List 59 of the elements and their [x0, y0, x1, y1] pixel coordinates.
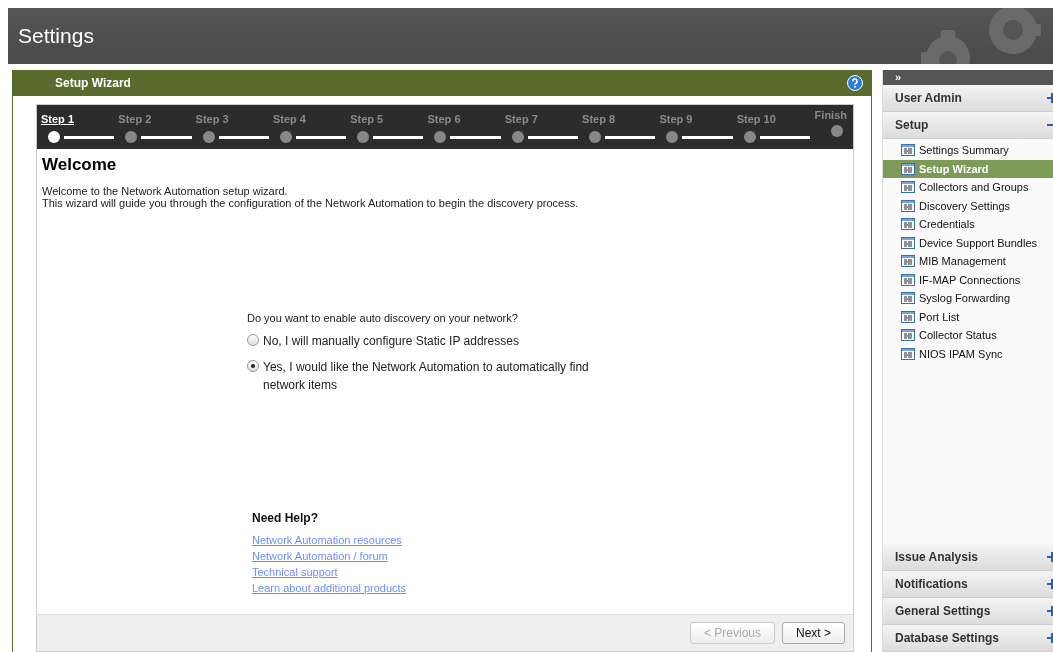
question-text: Do you want to enable auto discovery on your network?	[247, 312, 519, 324]
nav-item[interactable]: Discovery Settings	[883, 196, 1053, 215]
list-icon	[901, 144, 915, 157]
panel-title: Setup Wizard	[55, 76, 131, 90]
option-label: No, I will manually configure Static IP addresses	[263, 333, 519, 350]
nav-item[interactable]: Collector Status	[883, 326, 1053, 345]
step-tab[interactable]: Step 6	[427, 113, 461, 125]
step-tab[interactable]: Step 1	[41, 113, 74, 125]
step-tab[interactable]: Step 8	[582, 113, 616, 125]
expand-icon[interactable]	[1047, 579, 1053, 589]
nav-item[interactable]: Credentials	[883, 215, 1053, 234]
list-icon	[901, 236, 915, 249]
list-icon	[901, 255, 915, 268]
expand-icon[interactable]	[1047, 552, 1053, 562]
wizard-heading: Welcome	[42, 155, 118, 175]
list-icon	[901, 273, 915, 286]
step-tab[interactable]: Finish	[813, 109, 847, 121]
option-label: Yes, I would like the Network Automation to automatically find network items	[263, 359, 590, 394]
step-tab[interactable]: Step 4	[272, 113, 306, 125]
help-icon[interactable]	[847, 75, 863, 91]
nav-item[interactable]: Settings Summary	[883, 141, 1053, 160]
nav-item[interactable]: MIB Management	[883, 252, 1053, 271]
list-icon	[901, 329, 915, 342]
expand-icon[interactable]	[1047, 633, 1053, 643]
collapse-bar[interactable]: »	[883, 70, 1053, 85]
list-icon	[901, 347, 915, 360]
step-tab[interactable]: Step 9	[659, 113, 693, 125]
nav-item[interactable]: Collectors and Groups	[883, 178, 1053, 197]
step-tab[interactable]: Step 3	[195, 113, 229, 125]
list-icon	[901, 292, 915, 305]
nav-group[interactable]: User Admin	[883, 85, 1053, 112]
nav-item[interactable]: IF-MAP Connections	[883, 270, 1053, 289]
nav-item[interactable]: NIOS IPAM Sync	[883, 344, 1053, 363]
nav-group[interactable]: Issue Analysis	[883, 544, 1053, 571]
nav-group[interactable]: Notifications	[883, 571, 1053, 598]
radio-button[interactable]	[247, 360, 259, 372]
intro-text: This wizard will guide you through the configuration of the Network Automation to begin the discovery process.	[42, 197, 580, 209]
nav-item[interactable]: Port List	[883, 307, 1053, 326]
nav-group[interactable]: Setup	[883, 112, 1053, 139]
list-icon	[901, 162, 915, 175]
expand-icon[interactable]	[1047, 93, 1053, 103]
step-tab[interactable]: Step 10	[736, 113, 776, 125]
nav-item[interactable]: Syslog Forwarding	[883, 289, 1053, 308]
step-tab[interactable]: Step 2	[118, 113, 152, 125]
page-title: Settings	[18, 24, 94, 48]
wizard-button[interactable]: Next >	[782, 622, 845, 644]
intro-text: Welcome to the Network Automation setup wizard.	[42, 185, 289, 197]
expand-icon[interactable]	[1047, 606, 1053, 616]
nav-group[interactable]: General Settings	[883, 598, 1053, 625]
list-icon	[901, 181, 915, 194]
nav-group[interactable]: Database Settings	[883, 625, 1053, 652]
list-icon	[901, 218, 915, 231]
list-icon	[901, 199, 915, 212]
step-tab[interactable]: Step 7	[504, 113, 538, 125]
help-heading: Need Help?	[252, 511, 318, 525]
radio-button[interactable]	[247, 334, 259, 346]
list-icon	[901, 310, 915, 323]
nav-item[interactable]: Device Support Bundles	[883, 233, 1053, 252]
step-tab[interactable]: Step 5	[350, 113, 384, 125]
